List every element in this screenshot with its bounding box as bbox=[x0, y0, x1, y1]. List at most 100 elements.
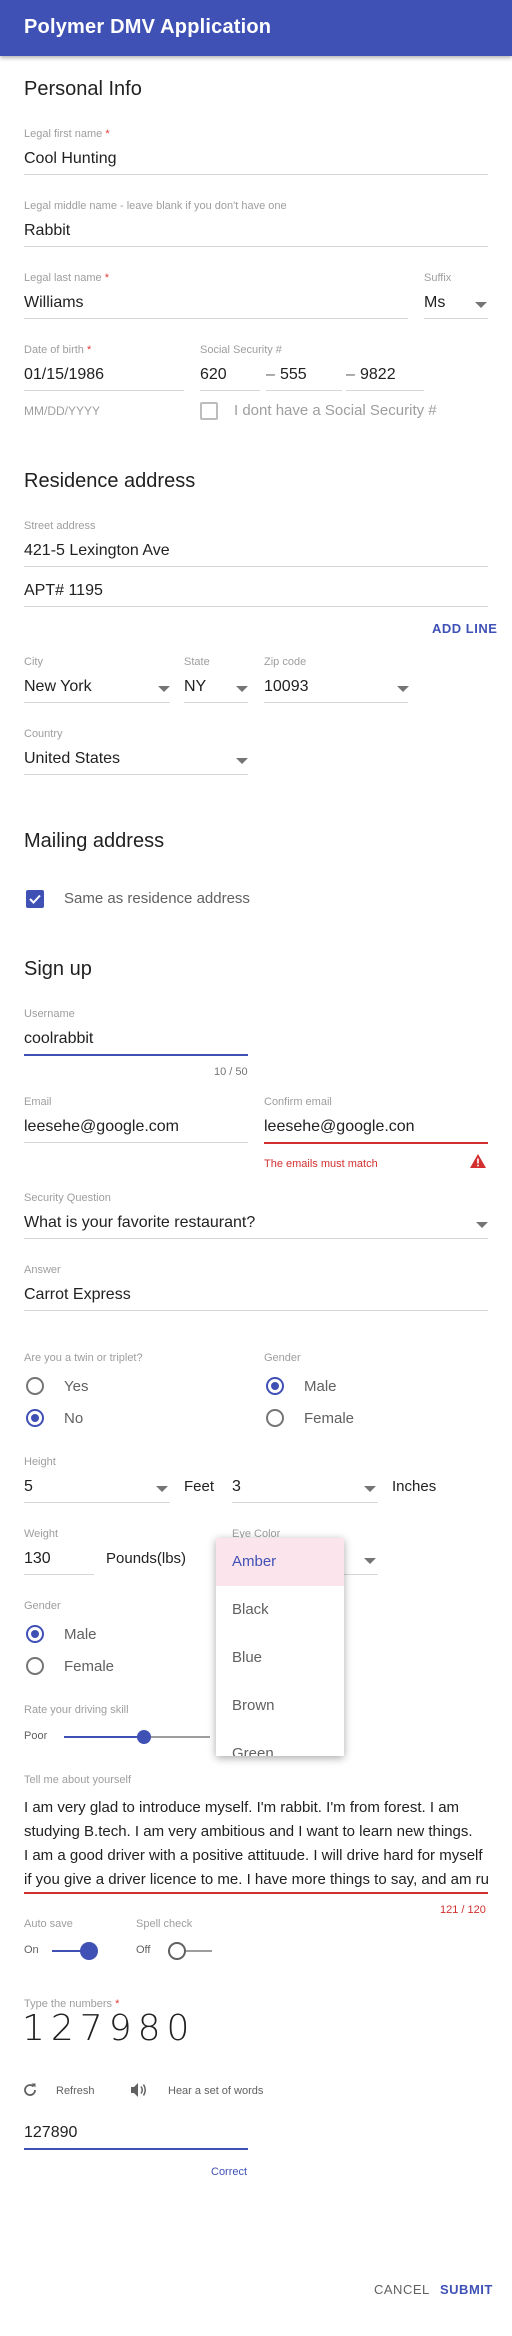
last-name-input[interactable]: Williams bbox=[24, 294, 84, 312]
ssn-separator-1: – bbox=[266, 366, 275, 383]
twin-yes-label: Yes bbox=[64, 1378, 89, 1395]
street-line1-input[interactable]: 421-5 Lexington Ave bbox=[24, 542, 170, 560]
skill-label: Rate your driving skill bbox=[24, 1704, 129, 1716]
twin-yes-radio[interactable] bbox=[26, 1377, 44, 1395]
height-feet-dropdown-icon[interactable] bbox=[156, 1486, 168, 1492]
gender2-label: Gender bbox=[24, 1600, 61, 1612]
state-select[interactable]: NY bbox=[184, 678, 206, 696]
gender2-male-radio[interactable] bbox=[26, 1625, 44, 1643]
city-underline bbox=[24, 702, 170, 703]
confirm-email-input[interactable]: leesehe@google.con bbox=[264, 1118, 415, 1136]
skill-slider-track bbox=[144, 1736, 210, 1738]
height-inches-select[interactable]: 3 bbox=[232, 1478, 241, 1496]
country-dropdown-icon[interactable] bbox=[236, 758, 248, 764]
security-question-label: Security Question bbox=[24, 1192, 111, 1204]
country-select[interactable]: United States bbox=[24, 750, 120, 768]
suffix-dropdown-icon[interactable] bbox=[475, 302, 487, 308]
first-name-input[interactable]: Cool Hunting bbox=[24, 150, 117, 168]
about-textarea[interactable]: I am very glad to introduce myself. I'm … bbox=[24, 1796, 488, 1892]
captcha-underline bbox=[24, 2148, 248, 2150]
email-input[interactable]: leesehe@google.com bbox=[24, 1118, 179, 1136]
state-label: State bbox=[184, 656, 210, 668]
signup-heading: Sign up bbox=[24, 958, 92, 980]
dob-underline bbox=[24, 390, 184, 391]
autosave-toggle[interactable] bbox=[52, 1942, 100, 1960]
eye-color-option[interactable]: Black bbox=[216, 1586, 344, 1634]
autosave-state: On bbox=[24, 1944, 39, 1956]
refresh-button[interactable]: Refresh bbox=[56, 2085, 95, 2097]
eye-color-option[interactable]: Amber bbox=[216, 1538, 344, 1586]
street-line2-underline bbox=[24, 606, 488, 607]
zip-select[interactable]: 10093 bbox=[264, 678, 309, 696]
ssn-part2-input[interactable]: 555 bbox=[280, 366, 307, 384]
eye-color-dropdown-icon[interactable] bbox=[364, 1558, 376, 1564]
answer-input[interactable]: Carrot Express bbox=[24, 1286, 131, 1304]
captcha-image: 127980 bbox=[22, 2008, 196, 2049]
ssn-separator-2: – bbox=[346, 366, 355, 383]
street-line1-underline bbox=[24, 566, 488, 567]
height-inches-dropdown-icon[interactable] bbox=[364, 1486, 376, 1492]
about-char-count: 121 / 120 bbox=[440, 1904, 486, 1916]
spellcheck-state: Off bbox=[136, 1944, 151, 1956]
middle-name-label: Legal middle name - leave blank if you d… bbox=[24, 200, 287, 212]
suffix-select[interactable]: Ms bbox=[424, 294, 445, 312]
height-feet-select[interactable]: 5 bbox=[24, 1478, 33, 1496]
gender-female-radio[interactable] bbox=[266, 1409, 284, 1427]
gender2-female-label: Female bbox=[64, 1658, 115, 1675]
cancel-button[interactable]: CANCEL bbox=[374, 2282, 430, 2297]
ssn-part1-input[interactable]: 620 bbox=[200, 366, 227, 384]
ssn-part3-input[interactable]: 9822 bbox=[360, 366, 396, 384]
refresh-icon[interactable] bbox=[22, 2082, 38, 2098]
security-question-dropdown-icon[interactable] bbox=[476, 1222, 488, 1228]
confirm-email-error: The emails must match bbox=[264, 1158, 378, 1170]
middle-name-input[interactable]: Rabbit bbox=[24, 222, 70, 240]
skill-slider[interactable] bbox=[64, 1730, 210, 1750]
height-feet-unit: Feet bbox=[184, 1478, 215, 1495]
twin-label: Are you a twin or triplet? bbox=[24, 1352, 143, 1364]
eye-color-option[interactable]: Green bbox=[216, 1730, 344, 1756]
ssn-part2-underline bbox=[266, 390, 342, 391]
skill-slider-knob[interactable] bbox=[137, 1730, 151, 1744]
no-ssn-checkbox[interactable] bbox=[200, 402, 218, 420]
add-line-button[interactable]: ADD LINE bbox=[432, 621, 497, 636]
weight-label: Weight bbox=[24, 1528, 59, 1540]
spellcheck-toggle[interactable] bbox=[166, 1942, 214, 1960]
about-label: Tell me about yourself bbox=[24, 1774, 131, 1786]
street-line2-input[interactable]: APT# 1195 bbox=[24, 582, 103, 600]
no-ssn-label: I dont have a Social Security # bbox=[234, 402, 437, 419]
email-label: Email bbox=[24, 1096, 52, 1108]
twin-no-label: No bbox=[64, 1410, 84, 1427]
autosave-label: Auto save bbox=[24, 1918, 73, 1930]
mailing-heading: Mailing address bbox=[24, 830, 165, 852]
email-underline bbox=[24, 1142, 248, 1143]
captcha-status: Correct bbox=[211, 2166, 248, 2178]
country-underline bbox=[24, 774, 248, 775]
gender-male-radio[interactable] bbox=[266, 1377, 284, 1395]
captcha-input[interactable]: 127890 bbox=[24, 2124, 77, 2142]
middle-name-underline bbox=[24, 246, 488, 247]
city-select[interactable]: New York bbox=[24, 678, 92, 696]
gender2-female-radio[interactable] bbox=[26, 1657, 44, 1675]
confirm-email-underline bbox=[264, 1142, 488, 1144]
state-dropdown-icon[interactable] bbox=[236, 686, 248, 692]
eye-color-option[interactable]: Brown bbox=[216, 1682, 344, 1730]
volume-icon[interactable] bbox=[130, 2082, 148, 2098]
security-question-select[interactable]: What is your favorite restaurant? bbox=[24, 1214, 255, 1232]
ssn-part3-underline bbox=[346, 390, 424, 391]
eye-color-option[interactable]: Blue bbox=[216, 1634, 344, 1682]
twin-no-radio[interactable] bbox=[26, 1409, 44, 1427]
height-inches-underline bbox=[232, 1502, 378, 1503]
weight-input[interactable]: 130 bbox=[24, 1550, 51, 1568]
last-name-underline bbox=[24, 318, 408, 319]
city-label: City bbox=[24, 656, 43, 668]
submit-button[interactable]: SUBMIT bbox=[440, 2282, 493, 2297]
hear-words-button[interactable]: Hear a set of words bbox=[168, 2085, 263, 2097]
dob-input[interactable]: 01/15/1986 bbox=[24, 366, 104, 384]
username-input[interactable]: coolrabbit bbox=[24, 1030, 93, 1048]
city-dropdown-icon[interactable] bbox=[158, 686, 170, 692]
skill-min-label: Poor bbox=[24, 1730, 48, 1742]
skill-slider-fill bbox=[64, 1736, 144, 1738]
same-address-checkbox[interactable] bbox=[26, 890, 44, 908]
answer-underline bbox=[24, 1310, 488, 1311]
zip-dropdown-icon[interactable] bbox=[397, 686, 409, 692]
